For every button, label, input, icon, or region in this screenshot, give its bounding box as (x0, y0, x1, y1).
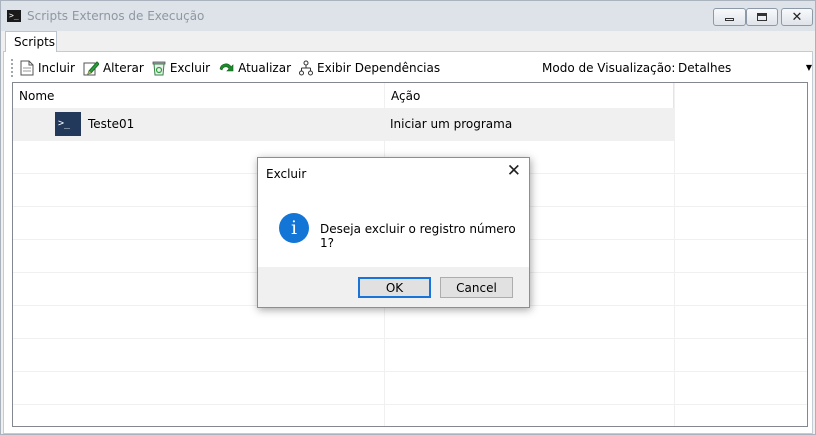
table-row[interactable]: >_ Teste01 Iniciar um programa (13, 108, 674, 141)
tab-label: Scripts (14, 35, 56, 49)
title-bar[interactable]: >_ Scripts Externos de Execução ✕ (1, 1, 815, 31)
exibir-dependencias-label: Exibir Dependências (317, 61, 441, 75)
list-header: Nome Ação (13, 83, 807, 108)
view-mode-label: Modo de Visualização: (542, 61, 676, 75)
row-name: Teste01 (88, 117, 135, 131)
ok-button-label: OK (385, 281, 404, 295)
ok-button[interactable]: OK (358, 277, 431, 298)
incluir-label: Incluir (38, 61, 75, 75)
cancel-button-label: Cancel (456, 281, 497, 295)
toolbar-grip[interactable] (11, 59, 14, 77)
close-icon: ✕ (791, 9, 803, 25)
column-header-label: Ação (391, 89, 421, 103)
refresh-icon (219, 63, 234, 72)
empty-row (13, 339, 807, 372)
maximize-button[interactable] (746, 8, 778, 26)
toolbar: Incluir Alterar Excluir Atualizar Exibir… (11, 57, 812, 79)
row-action: Iniciar um programa (390, 117, 513, 131)
dialog-close-button[interactable]: ✕ (507, 161, 521, 181)
info-icon: i (279, 213, 309, 243)
trash-icon (152, 61, 166, 76)
atualizar-button[interactable]: Atualizar (218, 61, 291, 75)
alterar-button[interactable]: Alterar (83, 60, 144, 76)
tab-scripts[interactable]: Scripts (5, 31, 57, 52)
terminal-app-icon: >_ (7, 10, 21, 22)
column-header-acao[interactable]: Ação (385, 83, 674, 108)
window-title: Scripts Externos de Execução (27, 9, 205, 23)
dialog-footer: OK Cancel (258, 267, 529, 307)
alterar-label: Alterar (102, 61, 144, 75)
view-mode-value: Detalhes (678, 61, 732, 75)
dialog-message: Deseja excluir o registro número 1? (320, 222, 516, 250)
close-window-button[interactable]: ✕ (781, 8, 813, 26)
column-header-nome[interactable]: Nome (13, 83, 385, 108)
atualizar-label: Atualizar (238, 61, 292, 75)
document-icon (20, 60, 34, 76)
view-mode-select[interactable]: Detalhes ▼ (669, 58, 816, 78)
tab-strip: Scripts (3, 31, 815, 52)
minimize-icon (725, 17, 734, 21)
exibir-dependencias-button[interactable]: Exibir Dependências (299, 60, 440, 76)
edit-pencil-icon (83, 61, 99, 76)
empty-row (13, 306, 807, 339)
empty-row (13, 372, 807, 405)
dropdown-arrow-icon: ▼ (805, 63, 812, 72)
delete-confirm-dialog: Excluir ✕ i Deseja excluir o registro nú… (257, 157, 530, 308)
cancel-button[interactable]: Cancel (440, 277, 513, 298)
terminal-script-icon: >_ (55, 112, 81, 136)
column-header-label: Nome (19, 89, 55, 103)
dependency-tree-icon (299, 60, 314, 76)
incluir-button[interactable]: Incluir (20, 60, 75, 76)
main-window: >_ Scripts Externos de Execução ✕ Script… (0, 0, 816, 435)
maximize-icon (757, 13, 767, 21)
excluir-label: Excluir (169, 61, 211, 75)
excluir-button[interactable]: Excluir (152, 60, 210, 76)
minimize-button[interactable] (713, 8, 746, 26)
dialog-title: Excluir (266, 167, 307, 181)
